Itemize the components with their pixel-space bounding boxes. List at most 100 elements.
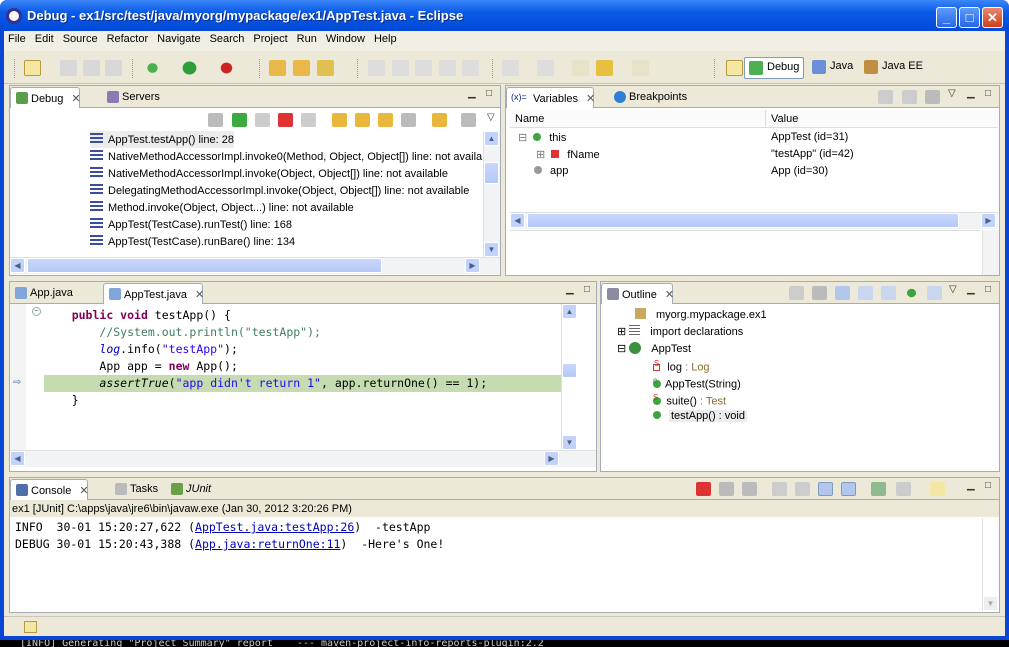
debug-vertical-scrollbar[interactable]: ▲ ▼	[483, 131, 500, 257]
collapse-all-icon[interactable]	[878, 90, 893, 104]
terminate-icon[interactable]	[278, 113, 293, 127]
variable-row[interactable]: ⊞ fName "testApp" (id=42)	[510, 146, 998, 163]
show-on-stderr-icon[interactable]	[841, 482, 856, 496]
title-bar[interactable]: Debug - ex1/src/test/java/myorg/mypackag…	[0, 0, 1009, 31]
maximize-view-icon[interactable]: □	[985, 481, 997, 493]
step-over-icon[interactable]	[355, 113, 370, 127]
toggle-icon[interactable]	[439, 60, 456, 76]
menu-help[interactable]: Help	[370, 31, 401, 45]
tab-apptest-java[interactable]: AppTest.java ✕	[103, 283, 204, 304]
hide-non-public-icon[interactable]	[904, 286, 919, 300]
close-tab-icon[interactable]: ✕	[586, 93, 595, 105]
open-type-icon[interactable]	[269, 60, 286, 76]
open-perspective-icon[interactable]	[726, 60, 743, 76]
last-edit-icon[interactable]	[572, 60, 589, 76]
menu-run[interactable]: Run	[293, 31, 321, 45]
collapse-fold-icon[interactable]: −	[32, 307, 41, 316]
collapse-icon[interactable]: ⊟	[518, 132, 527, 144]
prev-annotation-icon[interactable]	[537, 60, 554, 76]
collapse-all-icon[interactable]	[812, 286, 827, 300]
display-selected-console-icon[interactable]	[896, 482, 911, 496]
block-icon[interactable]	[415, 60, 432, 76]
drop-to-frame-icon[interactable]	[401, 113, 416, 127]
maximize-view-icon[interactable]: □	[486, 89, 498, 101]
menu-edit[interactable]: Edit	[31, 31, 58, 45]
menu-search[interactable]: Search	[206, 31, 249, 45]
new-icon[interactable]	[24, 60, 41, 76]
back-icon[interactable]	[596, 60, 613, 76]
use-step-filters-icon[interactable]	[432, 113, 447, 127]
variable-row[interactable]: app App (id=30)	[510, 163, 998, 180]
maximize-view-icon[interactable]: □	[985, 285, 997, 297]
outline-item[interactable]: ⊟ AppTest	[617, 340, 691, 357]
minimize-view-icon[interactable]: ▁	[468, 89, 480, 101]
tab-debug[interactable]: Debug ✕	[10, 87, 81, 108]
hierarchy-icon[interactable]	[789, 286, 804, 300]
perspective-debug[interactable]: Debug	[744, 57, 805, 79]
menu-refactor[interactable]: Refactor	[103, 31, 153, 45]
overview-ruler[interactable]	[580, 304, 596, 450]
search-icon[interactable]	[317, 60, 334, 76]
column-name-header[interactable]: Name	[515, 113, 544, 125]
variable-detail-pane[interactable]	[510, 230, 980, 275]
stack-frame[interactable]: AppTest(TestCase).runBare() line: 134	[90, 233, 295, 250]
pin-console-icon[interactable]	[871, 482, 886, 496]
close-button[interactable]: ✕	[982, 7, 1003, 28]
scroll-lock-icon[interactable]	[795, 482, 810, 496]
clear-console-icon[interactable]	[772, 482, 787, 496]
perspective-java-ee[interactable]: Java EE	[860, 57, 927, 79]
pen-icon[interactable]	[392, 60, 409, 76]
detail-vertical-scrollbar[interactable]	[982, 230, 999, 275]
tab-tasks[interactable]: Tasks	[110, 479, 164, 500]
outline-item[interactable]: testApp() : void	[653, 408, 747, 425]
print-icon[interactable]	[105, 60, 122, 76]
minimize-button[interactable]: _	[936, 7, 957, 28]
step-into-icon[interactable]	[332, 113, 347, 127]
outline-item[interactable]: c AppTest(String)	[653, 374, 741, 391]
outline-item[interactable]: Slog : Log	[653, 357, 710, 374]
remove-terminated-icon[interactable]	[208, 113, 223, 127]
close-tab-icon[interactable]: ✕	[665, 289, 674, 301]
fast-view-icon[interactable]	[24, 621, 37, 633]
hide-local-types-icon[interactable]	[927, 286, 942, 300]
folding-ruler[interactable]: −	[27, 304, 43, 450]
step-return-icon[interactable]	[378, 113, 393, 127]
open-folder-icon[interactable]	[293, 60, 310, 76]
stack-frame[interactable]: NativeMethodAccessorImpl.invoke(Object, …	[90, 165, 448, 182]
external-tools-icon[interactable]	[218, 60, 235, 76]
stack-frame[interactable]: AppTest(TestCase).runTest() line: 168	[90, 216, 292, 233]
variables-horizontal-scrollbar[interactable]: ◀ ▶	[510, 212, 998, 229]
annotation-icon[interactable]	[368, 60, 385, 76]
collapse-icon[interactable]: ⊟	[617, 343, 629, 355]
terminate-icon[interactable]	[696, 482, 711, 496]
menu-file[interactable]: File	[4, 31, 30, 45]
open-console-icon[interactable]	[930, 482, 945, 496]
menu-window[interactable]: Window	[322, 31, 369, 45]
next-annotation-icon[interactable]	[502, 60, 519, 76]
maximize-view-icon[interactable]: □	[985, 89, 997, 101]
stack-frame[interactable]: NativeMethodAccessorImpl.invoke0(Method,…	[90, 148, 482, 165]
remove-launch-icon[interactable]	[719, 482, 734, 496]
menu-source[interactable]: Source	[59, 31, 102, 45]
remove-all-terminated-icon[interactable]	[742, 482, 757, 496]
menu-navigate[interactable]: Navigate	[153, 31, 204, 45]
view-menu-chevron-icon[interactable]: ▽	[487, 113, 499, 125]
column-value-header[interactable]: Value	[771, 113, 798, 125]
stack-frame[interactable]: DelegatingMethodAccessorImpl.invoke(Obje…	[90, 182, 469, 199]
console-link[interactable]: App.java:returnOne:11	[195, 537, 340, 551]
minimize-editor-icon[interactable]: ▁	[566, 285, 578, 297]
console-output[interactable]: INFO 30-01 15:20:27,622 (AppTest.java:te…	[10, 518, 981, 611]
tab-console[interactable]: Console ✕	[10, 479, 89, 500]
paragraph-icon[interactable]	[462, 60, 479, 76]
debug-icon[interactable]	[144, 60, 161, 76]
tab-servers[interactable]: Servers	[102, 87, 166, 108]
resume-icon[interactable]	[232, 113, 247, 127]
show-type-names-icon[interactable]	[902, 90, 917, 104]
forward-icon[interactable]	[632, 60, 649, 76]
tab-breakpoints[interactable]: Breakpoints	[609, 87, 693, 108]
code-editor[interactable]: public void testApp() { //System.out.pri…	[44, 304, 561, 450]
perspective-java[interactable]: Java	[808, 57, 857, 79]
editor-vertical-scrollbar[interactable]: ▲ ▼	[561, 304, 578, 450]
minimize-view-icon[interactable]: ▁	[967, 89, 979, 101]
hide-static-icon[interactable]	[881, 286, 896, 300]
